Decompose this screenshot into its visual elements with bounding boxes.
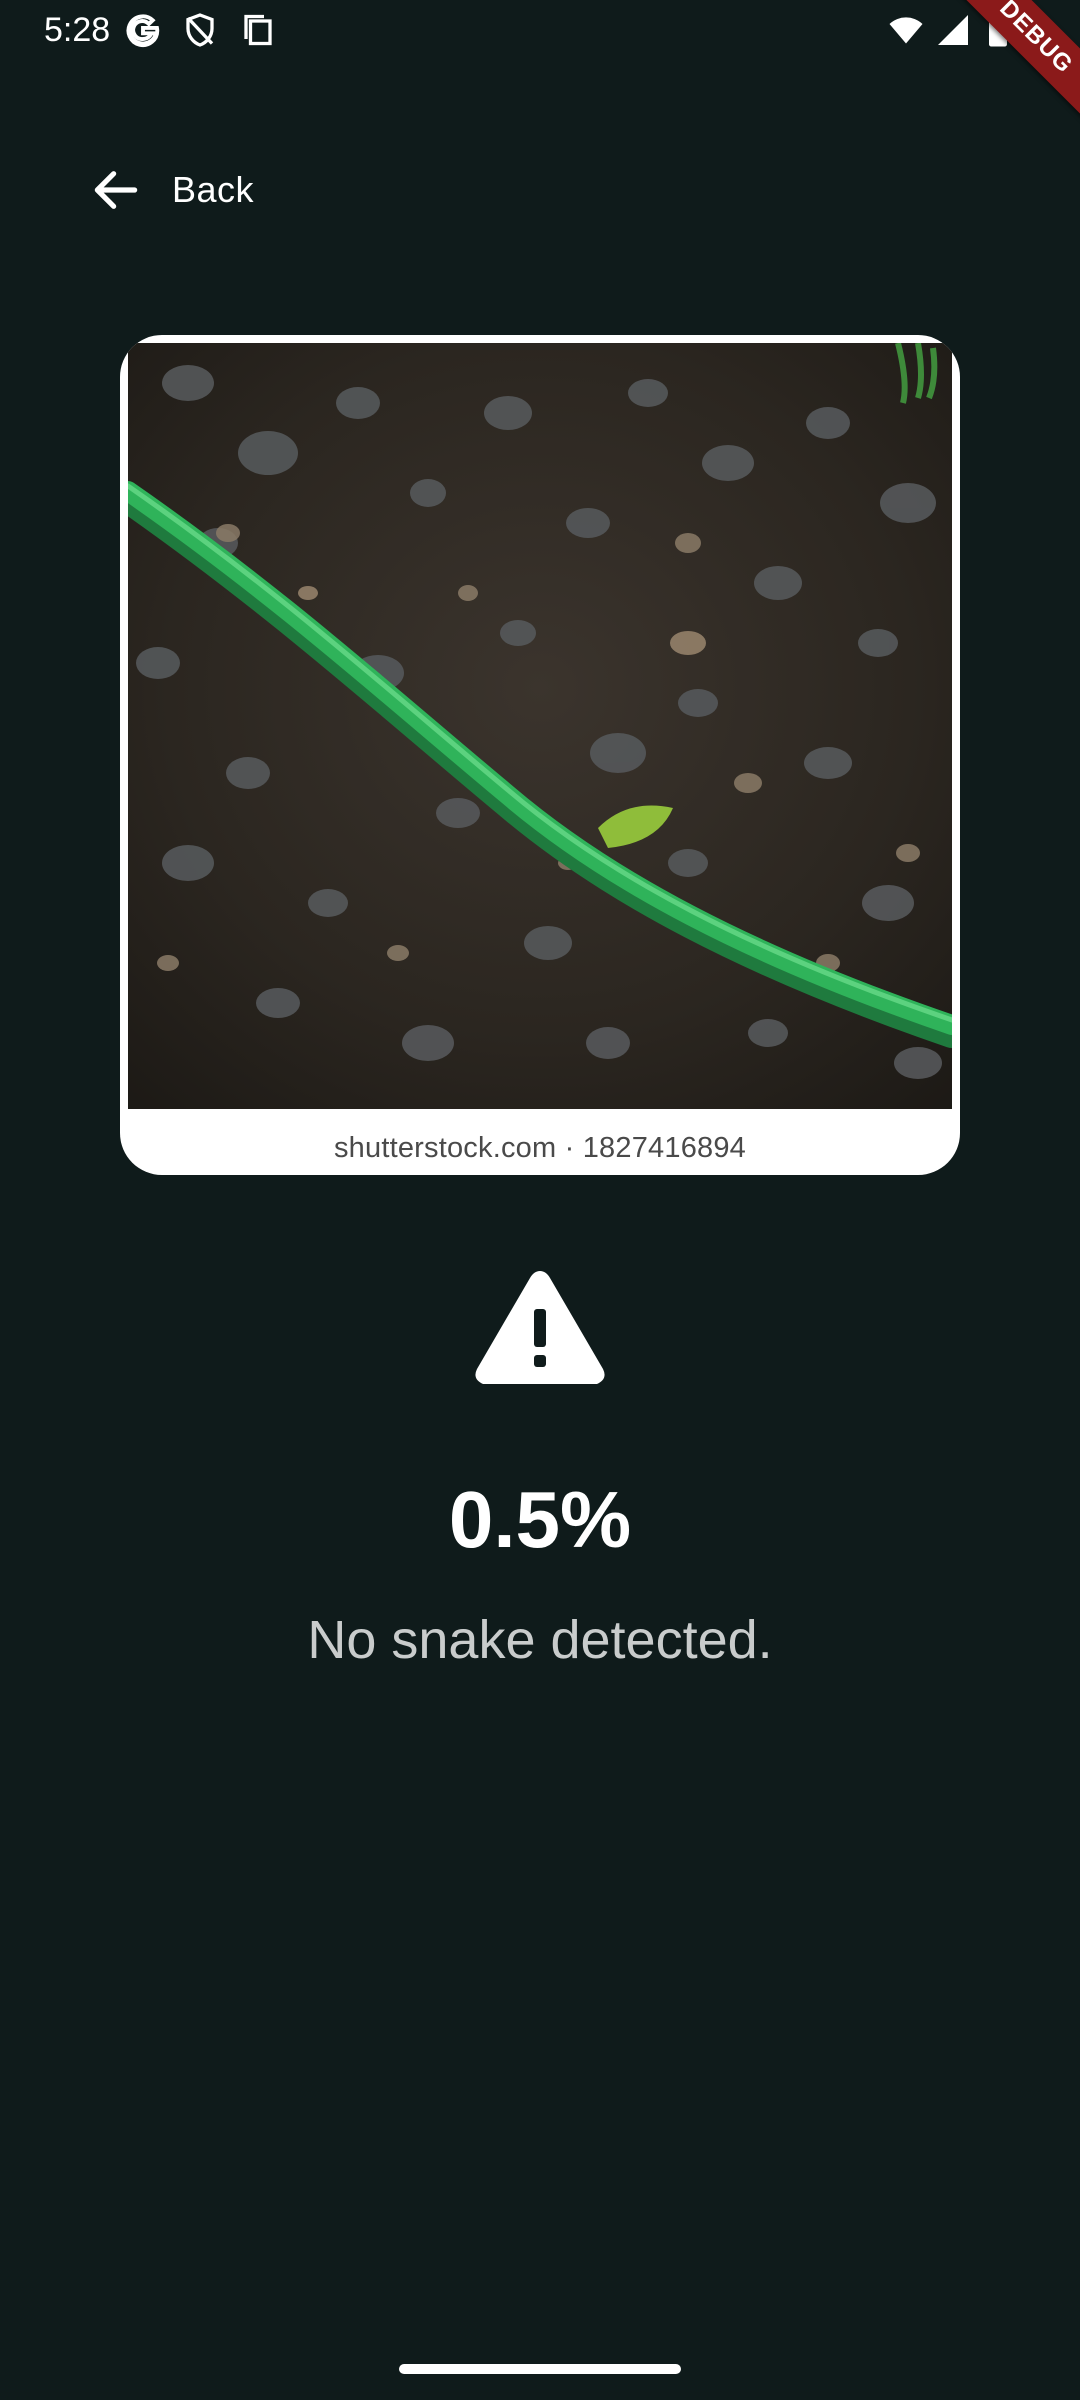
photo-watermark: shutterstock.com · 1827416894: [333, 1132, 747, 1164]
status-time: 5:28: [44, 11, 111, 49]
status-bar: 5:28: [0, 0, 1080, 62]
back-button[interactable]: Back: [88, 148, 254, 232]
photo-card: shutterstock.com · 1827416894: [120, 335, 960, 1175]
warning-icon: [470, 1265, 610, 1390]
gesture-nav-bar[interactable]: [399, 2364, 681, 2374]
detection-message: No snake detected.: [307, 1610, 773, 1670]
clipboard-icon: [240, 12, 276, 48]
shield-icon: [182, 12, 218, 48]
arrow-left-icon: [88, 162, 144, 218]
back-label: Back: [172, 169, 255, 210]
analyzed-photo: [128, 343, 952, 1109]
detection-confidence: 0.5%: [448, 1475, 632, 1564]
google-icon: [125, 12, 161, 48]
wifi-icon: [888, 12, 924, 48]
signal-icon: [935, 12, 971, 48]
